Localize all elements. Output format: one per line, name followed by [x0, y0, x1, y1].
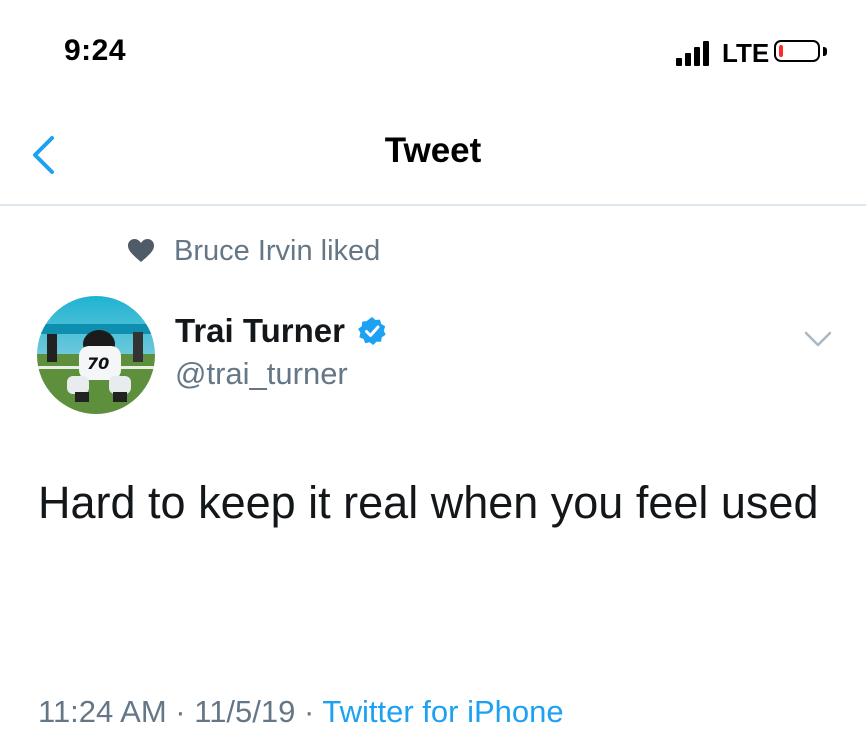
tweet-time: 11:24 AM	[38, 694, 167, 729]
battery-level	[779, 45, 783, 57]
social-context-text: Bruce Irvin liked	[174, 234, 381, 267]
avatar-photo: 70	[37, 296, 155, 414]
author-handle[interactable]: @trai_turner	[175, 356, 348, 392]
status-bar: 9:24 LTE	[0, 0, 866, 100]
chevron-down-icon	[804, 331, 832, 347]
tweet-client-link[interactable]: Twitter for iPhone	[322, 694, 563, 729]
display-name: Trai Turner	[175, 312, 345, 349]
tweet-date: 11/5/19	[194, 694, 296, 729]
signal-strength-icon	[676, 40, 716, 66]
nav-bar: Tweet	[0, 100, 866, 206]
battery-cap	[823, 47, 827, 56]
network-type: LTE	[722, 38, 770, 68]
tweet-text: Hard to keep it real when you feel used	[38, 477, 819, 528]
status-time: 9:24	[64, 34, 127, 67]
tweet-metadata: 11:24 AM · 11/5/19 · Twitter for iPhone	[38, 694, 564, 730]
page-title: Tweet	[384, 131, 482, 170]
author-name-row[interactable]: Trai Turner	[175, 312, 387, 350]
svg-text:70: 70	[87, 354, 109, 373]
battery-icon	[774, 40, 820, 62]
meta-separator: ·	[166, 694, 195, 729]
more-options-button[interactable]	[798, 322, 838, 356]
verified-badge-icon	[358, 317, 386, 345]
heart-icon	[128, 239, 154, 262]
avatar[interactable]: 70	[37, 296, 155, 414]
social-context[interactable]: Bruce Irvin liked	[128, 232, 380, 270]
meta-separator: ·	[295, 694, 323, 729]
